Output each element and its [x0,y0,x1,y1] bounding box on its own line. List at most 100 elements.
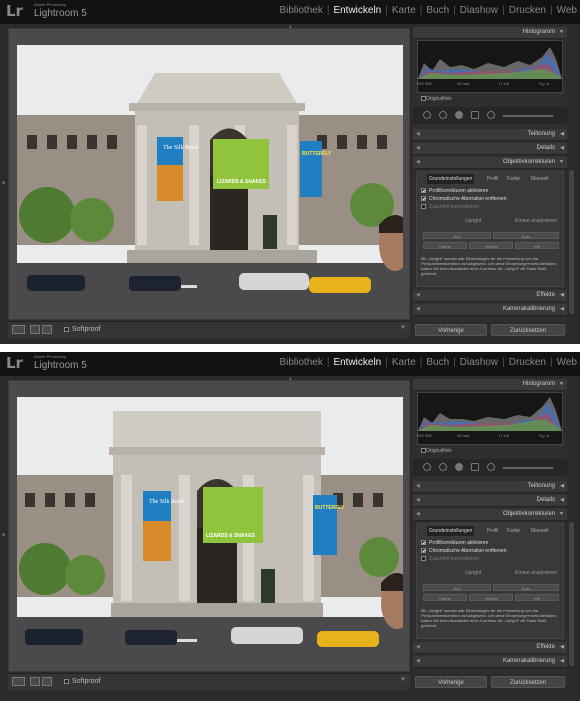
upright-auto-button[interactable]: Auto [493,232,559,239]
panel-objektivkorrekturen[interactable]: ◀ Objektivkorrekturen ▼ [413,157,567,169]
module-entwickeln[interactable]: Entwickeln [332,5,382,16]
module-entwickeln[interactable]: Entwickeln [332,357,382,368]
lightroom-logo: Lr [6,2,23,20]
spot-removal-icon[interactable] [439,463,447,471]
chromatic-aberration-checkbox[interactable]: Chromatische Aberration entfernen [421,548,507,554]
reanalyze-link[interactable]: Erneut analysieren [515,218,557,224]
constrain-crop-checkbox[interactable]: Zuschnitt beschränken [421,556,479,562]
previous-button[interactable]: Vorherige [415,324,487,336]
tab-manuell[interactable]: Manuell [529,174,551,184]
upright-vertical-button[interactable]: Vertikal [469,594,513,601]
upright-off-button[interactable]: Aus [423,232,491,239]
profile-corrections-checkbox[interactable]: Profilkorrekturen aktivieren [421,540,488,546]
redeye-icon[interactable] [455,111,463,119]
left-panel-toggle-icon[interactable]: ◀ [1,180,5,186]
left-panel-toggle-icon[interactable]: ◀ [1,532,5,538]
panel-details[interactable]: ◀ Details ◀ [413,143,567,155]
original-photo-toggle[interactable]: Originalfoto [417,96,452,102]
crop-tool-icon[interactable] [423,463,431,471]
tab-manuell[interactable]: Manuell [529,526,551,536]
module-buch[interactable]: Buch [425,357,450,368]
softproof-label: Softproof [72,678,101,685]
brand-name: Lightroom 5 [34,360,87,371]
softproof-checkbox[interactable] [64,327,69,332]
panel-kamerakalibrierung[interactable]: ◀ Kamerakalibrierung ◀ [413,304,567,316]
panel-kamerakalibrierung[interactable]: ◀ Kamerakalibrierung ◀ [413,656,567,668]
compare-view-button[interactable] [30,677,40,686]
crop-tool-icon[interactable] [423,111,431,119]
panel-details[interactable]: ◀ Details ◀ [413,495,567,507]
softproof-label: Softproof [72,326,101,333]
tab-grundeinstellungen[interactable]: Grundeinstellungen [427,174,475,184]
upright-auto-button[interactable]: Auto [493,584,559,591]
upright-note: Mit „Upright" werden alle Einstellungen … [421,256,558,276]
module-drucken[interactable]: Drucken [508,357,547,368]
module-picker: Bibliothek | Entwickeln | Karte | Buch | Diashow… [278,357,578,368]
previous-button[interactable]: Vorherige [415,676,487,688]
upright-off-button[interactable]: Aus [423,584,491,591]
reanalyze-link[interactable]: Erneut analysieren [515,570,557,576]
module-karte[interactable]: Karte [391,357,417,368]
toolbar-menu-icon[interactable]: ▼ [400,677,406,683]
module-web[interactable]: Web [556,357,578,368]
module-bibliothek[interactable]: Bibliothek [278,357,323,368]
module-web[interactable]: Web [556,5,578,16]
panel-teiltonung[interactable]: ◀ Teiltonung ◀ [413,481,567,493]
tab-grundeinstellungen[interactable]: Grundeinstellungen [427,526,475,536]
panel-effekte[interactable]: ◀ Effekte ◀ [413,642,567,654]
chromatic-aberration-checkbox[interactable]: Chromatische Aberration entfernen [421,196,507,202]
softproof-checkbox[interactable] [64,679,69,684]
module-karte[interactable]: Karte [391,5,417,16]
before-after-button[interactable] [42,677,52,686]
banner-left-text: The Silk Road [163,145,198,151]
upright-full-button[interactable]: Voll [515,242,559,249]
view-toolbar: Softproof ▼ [8,321,410,338]
tab-farbe[interactable]: Farbe [505,526,522,536]
module-drucken[interactable]: Drucken [508,5,547,16]
redeye-icon[interactable] [455,463,463,471]
photo-preview[interactable]: The Silk Road LIZARDS & SNAKES BUTTERFLY [17,397,403,657]
tab-profil[interactable]: Profil [485,174,500,184]
radial-filter-icon[interactable] [487,111,495,119]
tab-profil[interactable]: Profil [485,526,500,536]
profile-corrections-checkbox[interactable]: Profilkorrekturen aktivieren [421,188,488,194]
banner-right-text: BUTTERFLY [315,505,345,511]
module-diashow[interactable]: Diashow [459,5,499,16]
graduated-filter-icon[interactable] [471,463,479,471]
upright-level-button[interactable]: Ebene [423,242,467,249]
original-photo-toggle[interactable]: Originalfoto [417,448,452,454]
brush-slider[interactable] [503,115,553,117]
reset-button[interactable]: Zurücksetzen [491,676,565,688]
spot-removal-icon[interactable] [439,111,447,119]
module-buch[interactable]: Buch [425,5,450,16]
panel-histogram[interactable]: Histogramm ▼ [413,379,567,391]
module-bibliothek[interactable]: Bibliothek [278,5,323,16]
image-canvas: The Silk Road LIZARDS & SNAKES BUTTERFLY [8,28,410,320]
reset-button[interactable]: Zurücksetzen [491,324,565,336]
module-diashow[interactable]: Diashow [459,357,499,368]
photo-preview[interactable]: The Silk Road LIZARDS & SNAKES BUTTERFLY [17,45,403,305]
tool-strip [413,107,567,124]
compare-view-button[interactable] [30,325,40,334]
upright-full-button[interactable]: Voll [515,594,559,601]
banner-center-text: LIZARDS & SNAKES [206,533,256,539]
before-after-button[interactable] [42,325,52,334]
panel-histogram[interactable]: Histogramm ▼ [413,27,567,39]
panel-objektivkorrekturen[interactable]: ◀ Objektivkorrekturen ▼ [413,509,567,521]
module-picker: Bibliothek | Entwickeln | Karte | Buch | Diashow… [278,5,578,16]
brand-small: Adobe Photoshop [34,354,66,359]
right-panel-scrollbar[interactable] [569,170,574,314]
panel-effekte[interactable]: ◀ Effekte ◀ [413,290,567,302]
toolbar-menu-icon[interactable]: ▼ [400,325,406,331]
panel-teiltonung[interactable]: ◀ Teiltonung ◀ [413,129,567,141]
radial-filter-icon[interactable] [487,463,495,471]
tab-farbe[interactable]: Farbe [505,174,522,184]
constrain-crop-checkbox[interactable]: Zuschnitt beschränken [421,204,479,210]
loupe-view-button[interactable] [12,325,25,334]
brush-slider[interactable] [503,467,553,469]
upright-vertical-button[interactable]: Vertikal [469,242,513,249]
graduated-filter-icon[interactable] [471,111,479,119]
upright-level-button[interactable]: Ebene [423,594,467,601]
right-panel-scrollbar[interactable] [569,522,574,666]
loupe-view-button[interactable] [12,677,25,686]
